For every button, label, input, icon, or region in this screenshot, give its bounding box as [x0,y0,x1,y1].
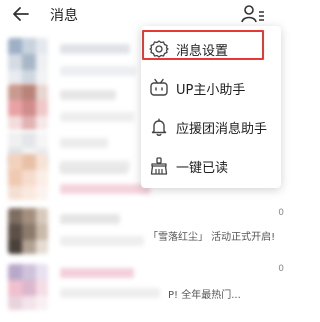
highlight-box [142,30,264,60]
avatar [8,154,48,200]
row-time: 0 [278,264,284,274]
arrow-left-icon[interactable] [10,3,32,25]
bell-icon [151,118,167,136]
menu-item-support-group-assistant[interactable]: 应援团消息助手 [141,108,281,146]
menu-item-label: 应援团消息助手 [176,121,268,137]
list-item[interactable]: 0 P! 全年最热门... [0,256,288,320]
menu-item-label: 一键已读 [176,160,229,176]
menu-item-up-assistant[interactable]: UP主小助手 [141,69,281,107]
menu-item-mark-all-read[interactable]: 一键已读 [141,147,281,185]
menu-item-label: UP主小助手 [176,82,246,98]
avatar [8,264,48,310]
row-time: 0 [278,208,284,218]
broom-icon [150,157,168,175]
row-snippet: P! 全年最热门... [168,290,241,301]
list-item[interactable]: 0 「雪落红尘」 活动正式开启! [0,200,288,264]
tv-icon [150,78,168,96]
page-title: 消息 [50,8,78,24]
avatar [8,208,48,254]
row-snippet: 「雪落红尘」 活动正式开启! [148,232,276,243]
